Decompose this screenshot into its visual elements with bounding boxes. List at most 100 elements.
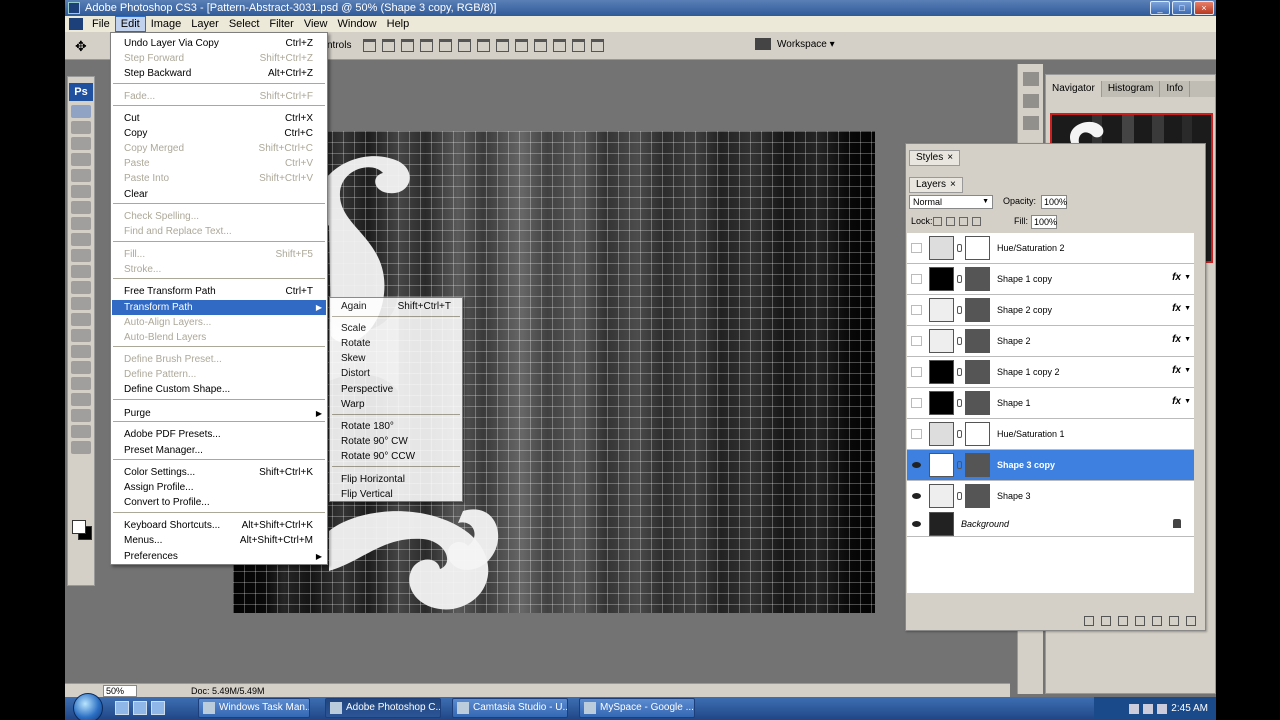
minimize-button[interactable]: _ [1150,1,1170,15]
layer-name[interactable]: Shape 2 copy [997,305,1052,315]
layer-mask-thumbnail[interactable] [965,298,990,322]
layer-row[interactable]: Shape 2 copy fx ▼ [907,295,1194,326]
lock-position-icon[interactable] [959,217,968,226]
layer-thumbnail[interactable] [929,391,954,415]
menu-help[interactable]: Help [382,17,415,31]
visibility-eye-icon[interactable] [911,274,922,284]
layer-thumbnail[interactable] [929,422,954,446]
menu-view[interactable]: View [299,17,333,31]
menu-item-undo-layer-via-copy[interactable]: Undo Layer Via Copy Ctrl+Z [112,36,326,51]
auto-align-icon[interactable] [591,39,604,52]
layer-mask-thumbnail[interactable] [965,453,990,477]
menu-item-auto-blend-layers[interactable]: Auto-Blend Layers [112,330,326,345]
marquee-tool-icon[interactable] [71,121,91,134]
menu-item-fill[interactable]: Fill... Shift+F5 [112,247,326,262]
browser-quicklaunch-icon[interactable] [151,701,165,715]
tray-icon[interactable] [1143,703,1154,714]
menu-file[interactable]: File [87,17,115,31]
layer-mask-thumbnail[interactable] [965,484,990,508]
blend-mode-select[interactable]: Normal ▼ [909,195,993,209]
layer-name[interactable]: Background [961,519,1009,529]
menu-item-auto-align-layers[interactable]: Auto-Align Layers... [112,315,326,330]
distribute-hcenter-icon[interactable] [553,39,566,52]
expand-effects-icon[interactable]: ▼ [1184,274,1191,281]
volume-icon[interactable] [1157,703,1168,714]
layer-thumbnail[interactable] [929,329,954,353]
switch-windows-icon[interactable] [133,701,147,715]
visibility-eye-icon[interactable] [911,519,922,529]
chain-link-icon[interactable] [957,244,962,252]
submenu-item-again[interactable]: Again Shift+Ctrl+T [331,299,461,314]
tab-layers[interactable]: Layers × [909,177,963,193]
visibility-eye-icon[interactable] [911,460,922,470]
layer-mask-thumbnail[interactable] [965,329,990,353]
chain-link-icon[interactable] [957,399,962,407]
show-desktop-icon[interactable] [115,701,129,715]
layer-row[interactable]: Hue/Saturation 2 [907,233,1194,264]
align-left-icon[interactable] [420,39,433,52]
layer-mask-thumbnail[interactable] [965,391,990,415]
menu-item-paste[interactable]: Paste Ctrl+V [112,156,326,171]
layer-effects-icon[interactable]: fx [1172,272,1181,283]
document-size-info[interactable]: Doc: 5.49M/5.49M [191,685,265,697]
tab-histogram[interactable]: Histogram [1102,81,1161,97]
chain-link-icon[interactable] [957,368,962,376]
submenu-item-rotate-180[interactable]: Rotate 180° [331,419,461,434]
brush-tool-icon[interactable] [71,217,91,230]
type-tool-icon[interactable] [71,345,91,358]
visibility-eye-icon[interactable] [911,336,922,346]
shape-tool-icon[interactable] [71,377,91,390]
align-hcenter-icon[interactable] [439,39,452,52]
menu-item-clear[interactable]: Clear [112,187,326,202]
visibility-eye-icon[interactable] [911,398,922,408]
layer-effects-icon[interactable]: fx [1172,396,1181,407]
zoom-tool-icon[interactable] [71,441,91,454]
layer-row[interactable]: Background [907,509,1194,537]
submenu-item-distort[interactable]: Distort [331,366,461,381]
clone-stamp-icon[interactable] [71,233,91,246]
layer-effects-icon[interactable]: fx [1172,303,1181,314]
submenu-item-perspective[interactable]: Perspective [331,382,461,397]
chain-link-icon[interactable] [957,461,962,469]
layer-thumbnail[interactable] [929,484,954,508]
menu-item-copy[interactable]: Copy Ctrl+C [112,126,326,141]
layer-name[interactable]: Shape 1 [997,398,1031,408]
menu-item-fade[interactable]: Fade... Shift+Ctrl+F [112,89,326,104]
expand-effects-icon[interactable]: ▼ [1184,367,1191,374]
layer-mask-thumbnail[interactable] [965,267,990,291]
layer-thumbnail[interactable] [929,453,954,477]
menu-item-keyboard-shortcuts[interactable]: Keyboard Shortcuts... Alt+Shift+Ctrl+K [112,518,326,533]
start-button[interactable] [73,693,103,720]
lasso-tool-icon[interactable] [71,137,91,150]
menu-item-cut[interactable]: Cut Ctrl+X [112,111,326,126]
layer-name[interactable]: Shape 1 copy [997,274,1052,284]
menu-item-define-brush-preset[interactable]: Define Brush Preset... [112,352,326,367]
menu-window[interactable]: Window [333,17,382,31]
submenu-item-flip-vertical[interactable]: Flip Vertical [331,487,461,502]
menu-item-check-spelling[interactable]: Check Spelling... [112,209,326,224]
menu-item-preset-manager[interactable]: Preset Manager... [112,443,326,458]
blur-tool-icon[interactable] [71,297,91,310]
eraser-tool-icon[interactable] [71,265,91,278]
dodge-tool-icon[interactable] [71,313,91,326]
menu-item-adobe-pdf-presets[interactable]: Adobe PDF Presets... [112,427,326,442]
menu-filter[interactable]: Filter [264,17,298,31]
history-brush-icon[interactable] [71,249,91,262]
lock-all-icon[interactable] [972,217,981,226]
submenu-item-scale[interactable]: Scale [331,321,461,336]
lock-transparent-icon[interactable] [933,217,942,226]
layer-row[interactable]: Shape 3 copy [907,450,1194,481]
layer-name[interactable]: Hue/Saturation 2 [997,243,1065,253]
foreground-color-swatch[interactable] [72,520,86,534]
layer-thumbnail[interactable] [929,267,954,291]
visibility-eye-icon[interactable] [911,305,922,315]
menu-item-step-backward[interactable]: Step Backward Alt+Ctrl+Z [112,66,326,81]
menu-item-copy-merged[interactable]: Copy Merged Shift+Ctrl+C [112,141,326,156]
distribute-top-icon[interactable] [477,39,490,52]
layer-row[interactable]: Shape 2 fx ▼ [907,326,1194,357]
chain-link-icon[interactable] [957,275,962,283]
layer-thumbnail[interactable] [929,512,954,536]
crop-tool-icon[interactable] [71,169,91,182]
menu-item-convert-to-profile[interactable]: Convert to Profile... [112,495,326,510]
hand-tool-icon[interactable] [71,425,91,438]
